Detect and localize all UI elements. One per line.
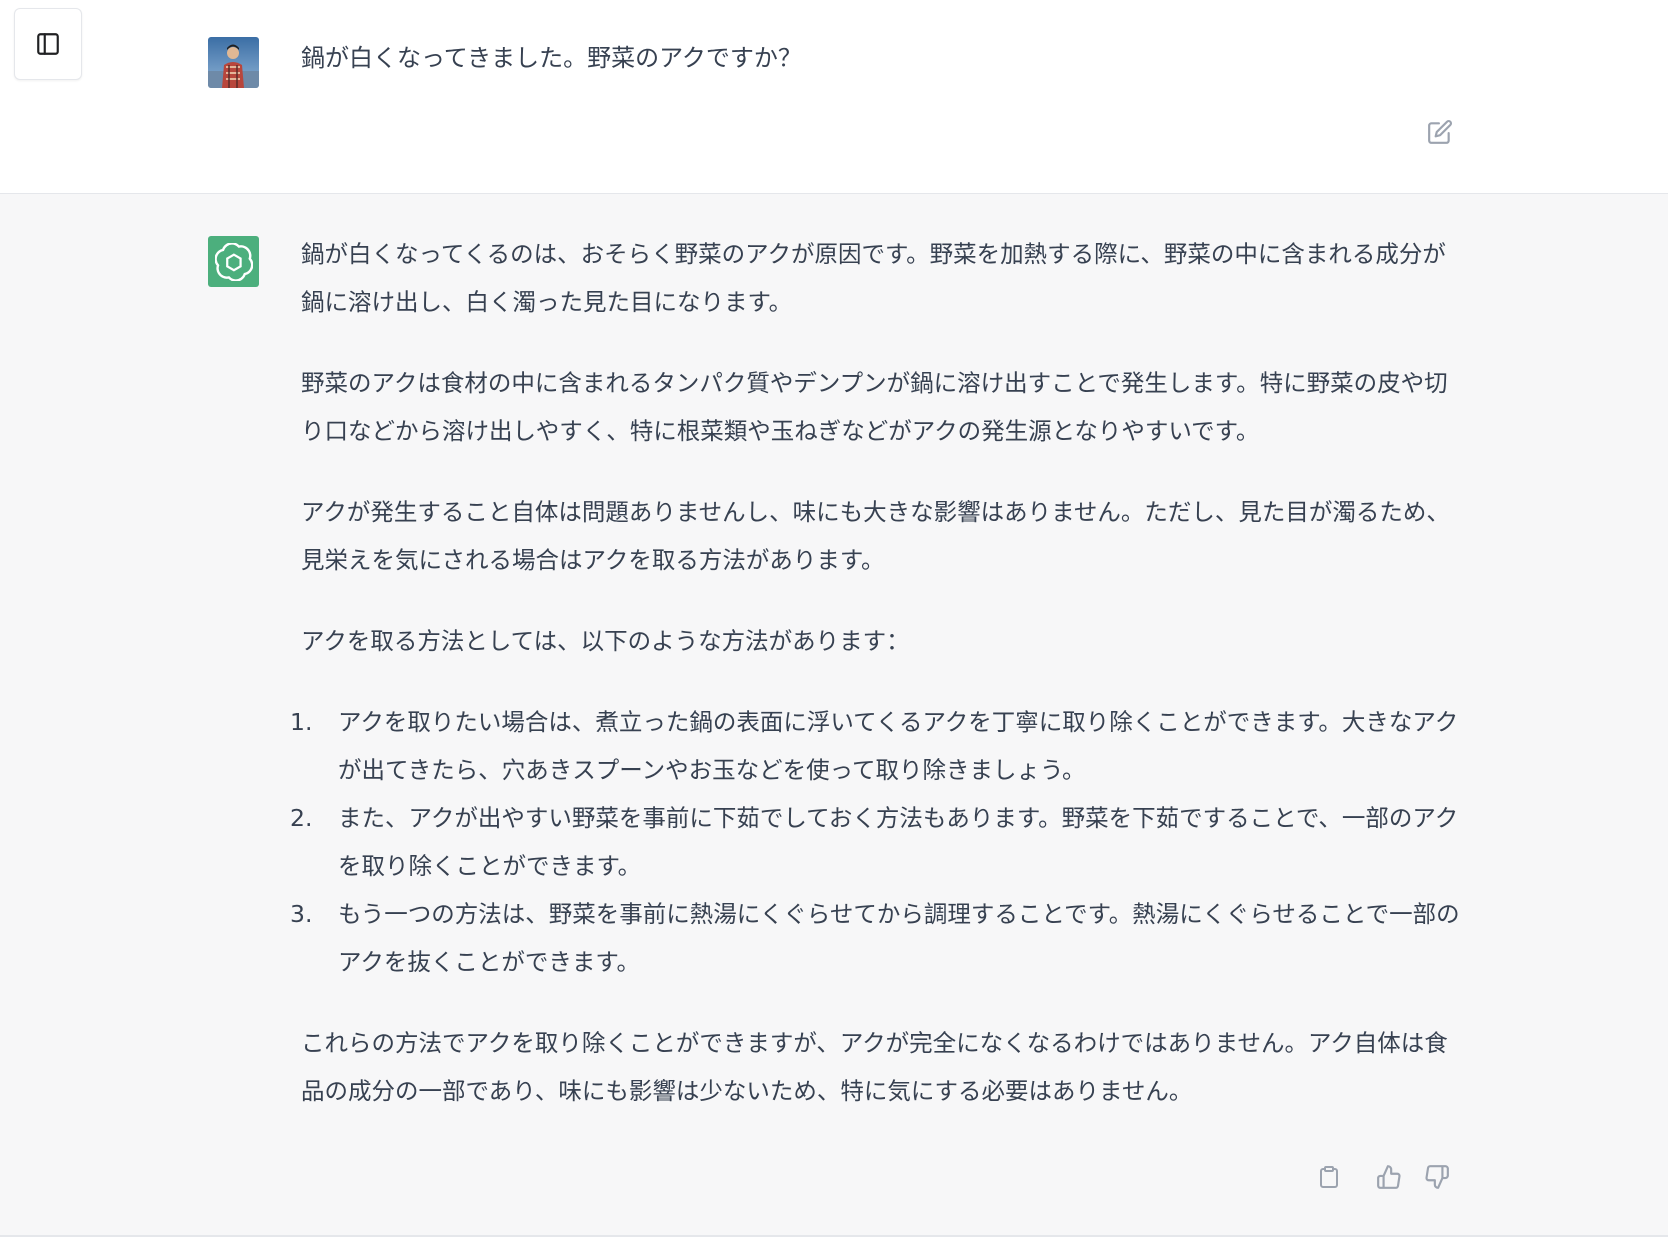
answer-paragraph: 野菜のアクは食材の中に含まれるタンパク質やデンプンが鍋に溶け出すことで発生します… <box>301 369 1448 445</box>
thumbs-up-button[interactable] <box>1372 1160 1406 1194</box>
answer-paragraph: 鍋が白くなってくるのは、おそらく野菜のアクが原因です。野菜を加熱する際に、野菜の… <box>301 240 1446 316</box>
thumbs-down-icon <box>1425 1165 1449 1189</box>
list-item-text: アクを取りたい場合は、煮立った鍋の表面に浮いてくるアクを丁寧に取り除くことができ… <box>338 708 1459 784</box>
sidebar-icon <box>37 33 59 55</box>
list-number: 1. <box>290 708 313 736</box>
message-actions <box>1312 1160 1462 1196</box>
openai-logo-icon <box>214 242 253 281</box>
user-avatar <box>208 37 259 88</box>
edit-icon <box>1428 120 1452 144</box>
user-photo-icon <box>208 37 259 88</box>
assistant-answer: 鍋が白くなってくるのは、おそらく野菜のアクが原因です。野菜を加熱する際に、野菜の… <box>290 230 1461 1148</box>
list-item: 3. もう一つの方法は、野菜を事前に熱湯にくぐらせてから調理することです。熱湯に… <box>290 890 1461 986</box>
list-item: 1. アクを取りたい場合は、煮立った鍋の表面に浮いてくるアクを丁寧に取り除くこと… <box>290 698 1461 794</box>
list-item-text: また、アクが出やすい野菜を事前に下茹でしておく方法もあります。野菜を下茹でするこ… <box>338 804 1459 880</box>
answer-closing: これらの方法でアクを取り除くことができますが、アクが完全になくなるわけではありま… <box>301 1029 1448 1105</box>
sidebar-toggle-button[interactable] <box>14 8 82 80</box>
assistant-message-row: 鍋が白くなってくるのは、おそらく野菜のアクが原因です。野菜を加熱する際に、野菜の… <box>0 194 1668 1237</box>
assistant-avatar <box>208 236 259 287</box>
user-message-row: 鍋が白くなってきました。野菜のアクですか？ <box>0 0 1668 194</box>
list-number: 2. <box>290 804 313 832</box>
method-list: 1. アクを取りたい場合は、煮立った鍋の表面に浮いてくるアクを丁寧に取り除くこと… <box>290 698 1461 986</box>
user-message-text: 鍋が白くなってきました。野菜のアクですか？ <box>301 44 802 72</box>
answer-paragraph: アクを取る方法としては、以下のような方法があります： <box>301 627 910 655</box>
copy-button[interactable] <box>1312 1160 1346 1194</box>
copy-icon <box>1320 1166 1338 1188</box>
list-item: 2. また、アクが出やすい野菜を事前に下茹でしておく方法もあります。野菜を下茹で… <box>290 794 1461 890</box>
thumbs-down-button[interactable] <box>1420 1160 1454 1194</box>
edit-message-button[interactable] <box>1424 116 1456 148</box>
answer-paragraph: アクが発生すること自体は問題ありませんし、味にも大きな影響はありません。ただし、… <box>301 498 1450 574</box>
list-item-text: もう一つの方法は、野菜を事前に熱湯にくぐらせてから調理することです。熱湯にくぐら… <box>338 900 1460 976</box>
list-number: 3. <box>290 900 313 928</box>
thumbs-up-icon <box>1377 1165 1401 1189</box>
